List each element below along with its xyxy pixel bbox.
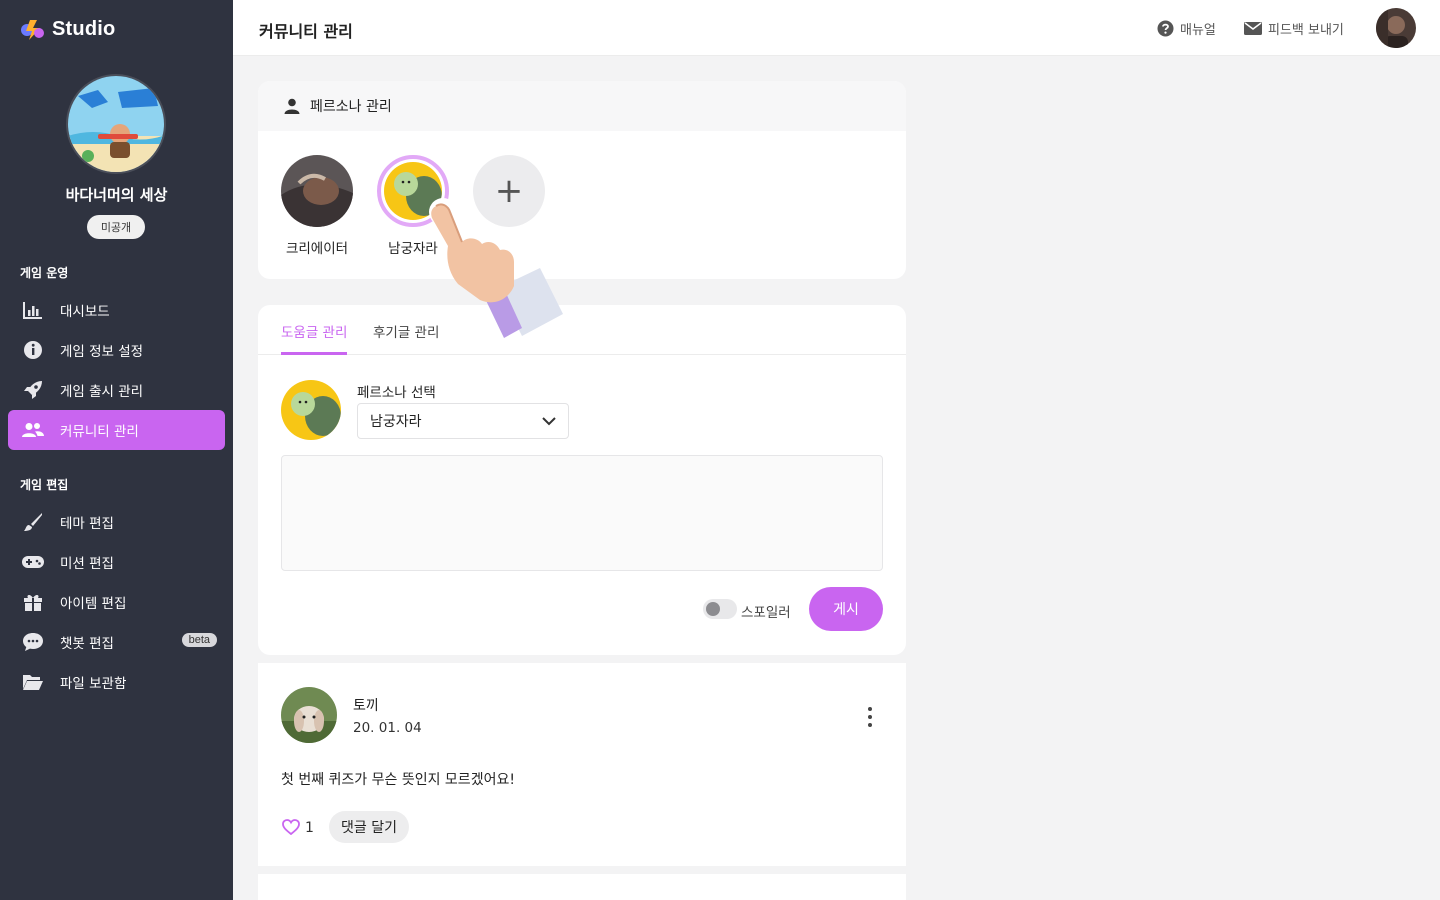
person-icon [284,98,300,114]
sidebar-item-label: 게임 정보 설정 [60,344,144,360]
game-thumbnail[interactable] [66,74,166,174]
sidebar-item-label: 테마 편집 [60,516,114,532]
help-icon [1157,20,1174,37]
sidebar-item-chatbot[interactable]: 챗봇 편집 beta [8,622,225,662]
board-tabs: 도움글 관리 후기글 관리 [258,305,906,355]
users-icon [22,419,44,441]
selected-persona-avatar [281,380,341,440]
more-options-icon[interactable] [862,705,878,729]
sidebar-item-label: 아이템 편집 [60,596,127,612]
spoiler-label: 스포일러 [741,605,791,621]
chevron-down-icon [542,416,556,425]
sidebar-item-dashboard[interactable]: 대시보드 [8,290,225,330]
feedback-link[interactable]: 피드백 보내기 [1244,19,1344,38]
heart-icon [282,819,300,835]
active-tab-indicator [281,352,347,355]
sidebar-item-label: 커뮤니티 관리 [60,424,139,440]
sidebar-item-community[interactable]: 커뮤니티 관리 [8,410,225,450]
brush-icon [22,511,44,533]
sidebar-item-label: 미션 편집 [60,556,114,572]
persona-card-title: 페르소나 관리 [310,99,392,115]
section-title-editing: 게임 편집 [20,478,69,492]
chat-icon [22,631,44,653]
mail-icon [1244,22,1262,35]
sidebar-item-item[interactable]: 아이템 편집 [8,582,225,622]
sidebar-item-game-info[interactable]: 게임 정보 설정 [8,330,225,370]
rocket-icon [22,379,44,401]
pointing-hand-icon [431,203,563,338]
manual-link[interactable]: 매뉴얼 [1157,19,1216,38]
bar-chart-icon [22,299,44,321]
sidebar-item-label: 챗봇 편집 [60,636,114,652]
sidebar: Studio 바다너머의 세상 미공개 게임 운영 대시보드 게임 정보 설정 [0,0,233,900]
sidebar-item-label: 게임 출시 관리 [60,384,144,400]
sidebar-item-label: 대시보드 [60,304,110,320]
feedback-label: 피드백 보내기 [1268,23,1344,38]
gamepad-icon [22,551,44,573]
folder-icon [22,671,44,693]
like-count: 1 [305,820,314,836]
manual-label: 매뉴얼 [1180,23,1216,38]
persona-name: 크리에이터 [285,241,349,257]
sidebar-item-file-storage[interactable]: 파일 보관함 [8,662,225,702]
like-button[interactable] [282,819,300,835]
persona-select-label: 페르소나 선택 [357,385,436,401]
visibility-badge[interactable]: 미공개 [87,215,145,239]
game-thumbnail-image [68,76,164,172]
persona-card-header: 페르소나 관리 [258,81,906,131]
post-author: 토끼 [353,698,379,714]
post-date: 20. 01. 04 [353,720,422,736]
persona-item[interactable]: 크리에이터 [281,155,353,257]
spoiler-toggle[interactable] [703,599,737,619]
user-avatar-image [1376,8,1416,48]
persona-select-value: 남궁자라 [370,414,422,430]
post-card: 토끼 20. 01. 04 첫 번째 퀴즈가 무슨 뜻인지 모르겠어요! 1 댓… [258,663,906,866]
help-post-editor-card: 도움글 관리 후기글 관리 페르소나 선택 남궁자라 스포일러 게시 [258,305,906,655]
info-icon [22,339,44,361]
sidebar-item-mission[interactable]: 미션 편집 [8,542,225,582]
post-content-input[interactable] [281,455,883,571]
logo-text: Studio [52,17,116,40]
page-title: 커뮤니티 관리 [259,22,353,41]
section-title-operations: 게임 운영 [20,266,69,280]
post-button[interactable]: 게시 [809,587,883,631]
studio-logo-icon [21,20,44,40]
sidebar-item-theme[interactable]: 테마 편집 [8,502,225,542]
user-avatar[interactable] [1376,8,1416,48]
next-post-card [258,874,906,900]
top-bar: 커뮤니티 관리 매뉴얼 피드백 보내기 [233,0,1440,56]
persona-avatar [281,155,353,227]
tab-help-posts[interactable]: 도움글 관리 [281,321,347,341]
reply-button[interactable]: 댓글 달기 [329,811,409,843]
sidebar-item-game-release[interactable]: 게임 출시 관리 [8,370,225,410]
post-author-avatar [281,687,337,743]
persona-card: 페르소나 관리 크리에이터 남궁자라 + [258,81,906,279]
game-name: 바다너머의 세상 [65,186,168,204]
beta-badge: beta [181,633,217,647]
gift-icon [22,591,44,613]
persona-select[interactable]: 남궁자라 [357,403,569,439]
sidebar-item-label: 파일 보관함 [60,676,127,692]
post-body: 첫 번째 퀴즈가 무슨 뜻인지 모르겠어요! [281,772,515,788]
studio-logo[interactable]: Studio [20,16,115,42]
